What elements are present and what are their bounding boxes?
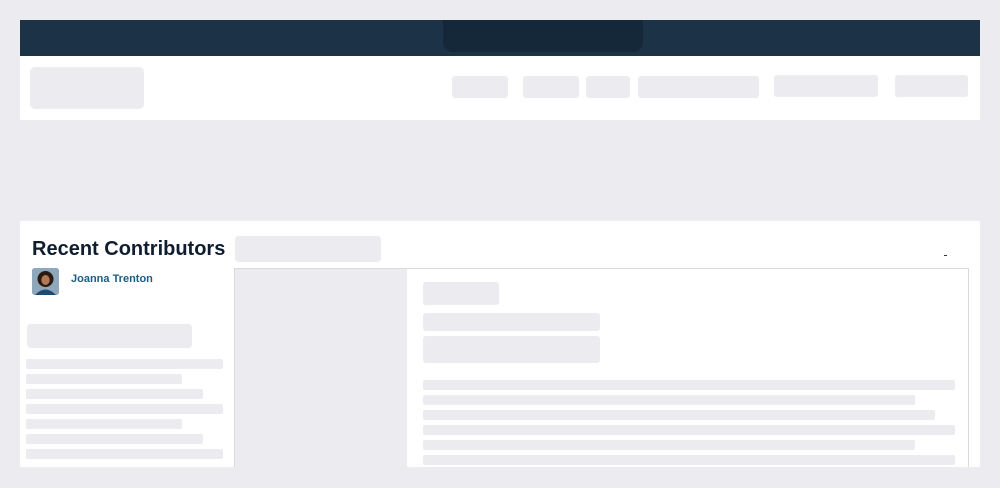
nav-item-placeholder[interactable] <box>895 75 968 97</box>
heading-placeholder <box>423 336 600 363</box>
text-line-placeholder <box>26 449 223 459</box>
nav-item-placeholder[interactable] <box>523 76 579 98</box>
nav-item-placeholder[interactable] <box>452 76 508 98</box>
avatar-image <box>32 268 59 295</box>
nav-item-placeholder[interactable] <box>586 76 630 98</box>
body-line-placeholder <box>423 395 915 405</box>
subtitle-placeholder <box>423 313 600 331</box>
body-line-placeholder <box>423 410 935 420</box>
top-bar <box>20 20 980 56</box>
small-dash <box>944 255 947 256</box>
sidebar-heading-placeholder <box>27 324 192 348</box>
body-line-placeholder <box>423 425 955 435</box>
contributor-avatar[interactable] <box>32 268 59 295</box>
text-line-placeholder <box>26 374 182 384</box>
text-line-placeholder <box>26 404 223 414</box>
body-line-placeholder <box>423 440 915 450</box>
text-line-placeholder <box>26 389 203 399</box>
text-line-placeholder <box>26 419 182 429</box>
nav-item-placeholder[interactable] <box>774 75 878 97</box>
panel-left-column <box>235 269 407 467</box>
text-line-placeholder <box>26 359 223 369</box>
section-title-placeholder <box>235 236 381 262</box>
body-line-placeholder <box>423 380 955 390</box>
logo-placeholder <box>30 67 144 109</box>
tag-placeholder <box>423 282 499 305</box>
site-header <box>20 56 980 120</box>
body-line-placeholder <box>423 455 955 465</box>
main-content: Recent Contributors Joanna Trenton <box>20 221 980 467</box>
nav-item-placeholder[interactable] <box>638 76 759 98</box>
recent-contributors-title: Recent Contributors <box>32 238 226 260</box>
text-line-placeholder <box>26 434 203 444</box>
top-bar-tab[interactable] <box>443 20 643 52</box>
content-panel <box>234 268 969 467</box>
contributor-name-link[interactable]: Joanna Trenton <box>71 273 153 285</box>
